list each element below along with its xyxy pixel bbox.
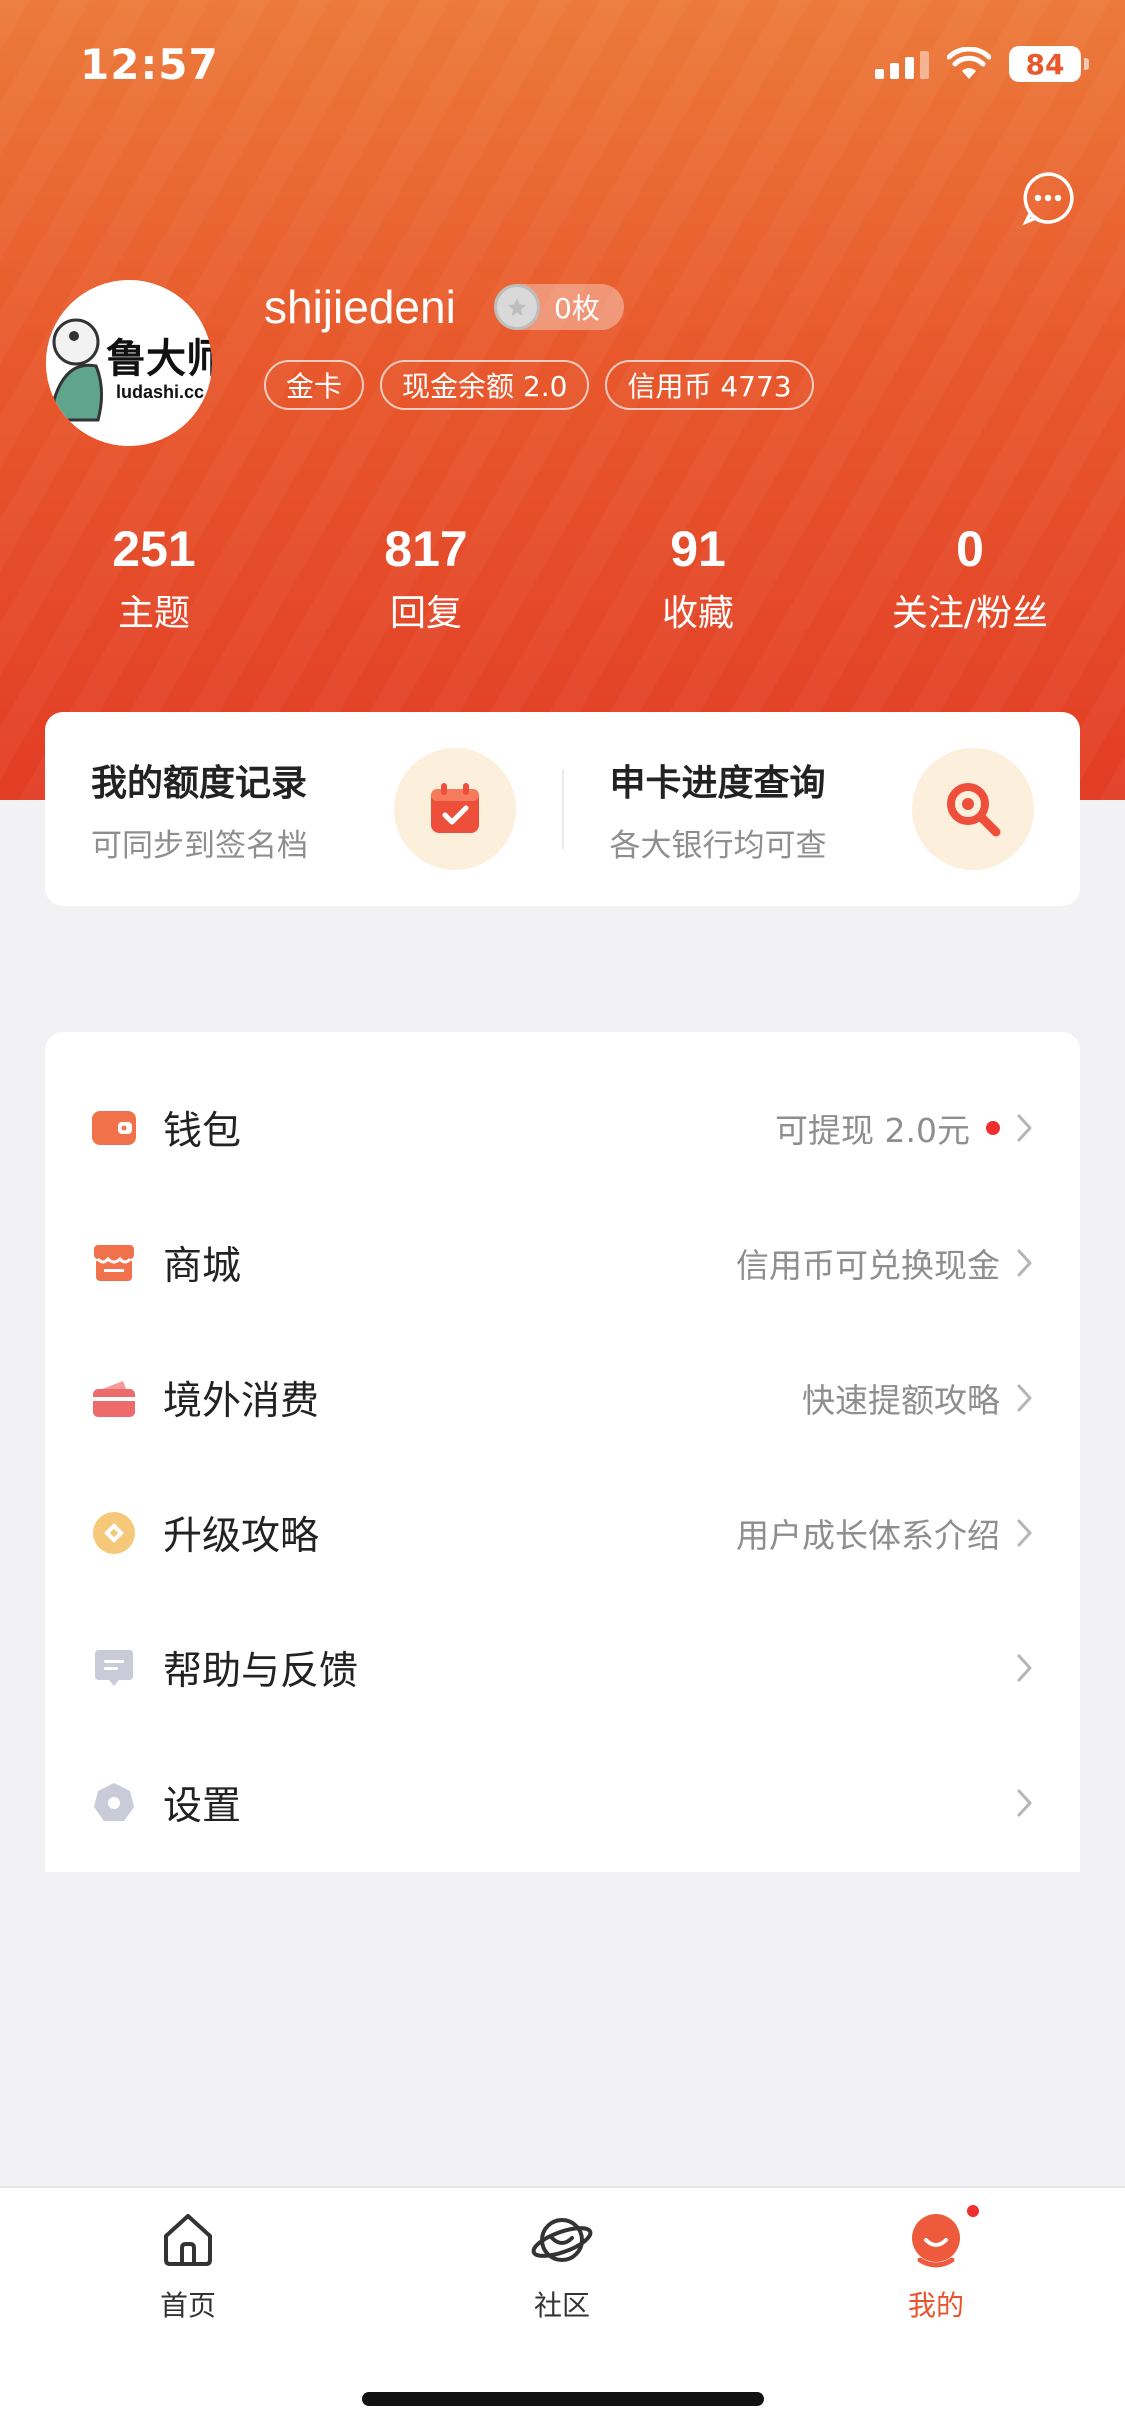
medal-badge[interactable]: 0枚 [494, 284, 624, 330]
menu-desc: 快速提额攻略 [802, 1380, 1000, 1420]
avatar-subtext: ludashi.cc [116, 382, 204, 402]
stat-value: 91 [670, 521, 726, 577]
avatar-text: 鲁大师 [106, 336, 212, 382]
quick-title: 申卡进度查询 [609, 762, 826, 804]
quick-subtitle: 各大银行均可查 [609, 827, 827, 864]
chevron-right-icon [1017, 1789, 1032, 1816]
tab-label: 社区 [533, 2289, 590, 2322]
chevron-right-icon [1017, 1519, 1032, 1546]
menu-label: 钱包 [163, 1108, 242, 1154]
calendar-check-icon [393, 748, 516, 870]
tab-community[interactable]: 社区 [462, 2208, 662, 2324]
chevron-right-icon [1017, 1384, 1032, 1411]
coin-icon [89, 1508, 139, 1558]
stat-label: 收藏 [661, 593, 734, 634]
tab-label: 首页 [159, 2289, 216, 2322]
menu-label: 升级攻略 [163, 1513, 320, 1559]
notification-dot [986, 1120, 1000, 1135]
profile-tags: 金卡 现金余额 2.0 信用币 4773 [264, 360, 814, 410]
chevron-right-icon [1017, 1249, 1032, 1276]
menu-label: 帮助与反馈 [163, 1648, 359, 1694]
menu-item-upgrade-guide[interactable]: 升级攻略 用户成长体系介绍 [45, 1465, 1080, 1600]
status-indicators: 84 [875, 46, 1089, 82]
planet-icon [530, 2208, 594, 2272]
wifi-icon [947, 47, 991, 79]
wallet-icon [89, 1103, 139, 1153]
stat-label: 关注/粉丝 [891, 593, 1049, 634]
menu-desc: 用户成长体系介绍 [736, 1515, 1000, 1555]
stat-topics[interactable]: 251 主题 [18, 520, 290, 636]
feedback-icon [89, 1643, 139, 1693]
chevron-right-icon [1017, 1114, 1032, 1141]
chevron-right-icon [1017, 1654, 1032, 1681]
home-icon [156, 2208, 220, 2272]
menu-item-settings[interactable]: 设置 [45, 1735, 1080, 1870]
notification-dot [964, 2202, 982, 2220]
status-time: 12:57 [80, 40, 219, 89]
profile-page: 12:57 84 鲁大师 ludashi.cc shijiedeni 0枚 金卡… [0, 0, 1125, 2436]
tab-home[interactable]: 首页 [88, 2208, 288, 2324]
stat-follows[interactable]: 0 关注/粉丝 [834, 520, 1106, 636]
menu-desc: 信用币可兑换现金 [736, 1245, 1000, 1285]
tag-cash-balance[interactable]: 现金余额 2.0 [380, 360, 590, 410]
magnifier-icon [912, 748, 1034, 870]
profile-icon [904, 2202, 982, 2272]
stat-replies[interactable]: 817 回复 [290, 520, 562, 636]
username: shijiedeni [264, 281, 456, 333]
profile-stats: 251 主题 817 回复 91 收藏 0 关注/粉丝 [0, 520, 1125, 636]
stat-favorites[interactable]: 91 收藏 [562, 520, 834, 636]
stat-value: 251 [112, 521, 196, 577]
menu-item-wallet[interactable]: 钱包 可提现 2.0元 [45, 1060, 1080, 1195]
menu-label: 设置 [163, 1783, 242, 1829]
message-icon[interactable] [1020, 170, 1076, 226]
medal-count: 0枚 [554, 292, 600, 325]
avatar[interactable]: 鲁大师 ludashi.cc [46, 280, 212, 446]
settings-icon [89, 1778, 139, 1828]
medal-icon [494, 284, 540, 330]
quick-subtitle: 可同步到签名档 [91, 827, 308, 864]
battery-icon: 84 [1009, 46, 1089, 82]
menu-item-store[interactable]: 商城 信用币可兑换现金 [45, 1195, 1080, 1330]
stat-label: 回复 [389, 593, 462, 634]
tab-label: 我的 [907, 2289, 964, 2322]
card-icon [89, 1373, 139, 1423]
signal-icon [875, 49, 929, 79]
stat-label: 主题 [117, 593, 190, 634]
tab-me[interactable]: 我的 [836, 2202, 1036, 2324]
settings-menu: 钱包 可提现 2.0元 商城 信用币可兑换现金 境外消费 快速提额攻略 升级攻略… [45, 1032, 1080, 1872]
menu-label: 商城 [163, 1243, 242, 1289]
menu-item-help-feedback[interactable]: 帮助与反馈 [45, 1600, 1080, 1735]
store-icon [89, 1238, 139, 1288]
quick-limit-records[interactable]: 我的额度记录 可同步到签名档 [45, 748, 562, 870]
menu-item-overseas-spending[interactable]: 境外消费 快速提额攻略 [45, 1330, 1080, 1465]
tag-member-level[interactable]: 金卡 [264, 360, 365, 410]
avatar-image: 鲁大师 ludashi.cc [46, 280, 212, 446]
stat-value: 0 [956, 521, 984, 577]
quick-title: 我的额度记录 [91, 762, 308, 804]
stat-value: 817 [384, 521, 468, 577]
tag-credit-coins[interactable]: 信用币 4773 [605, 360, 814, 410]
menu-desc: 可提现 2.0元 [775, 1110, 970, 1150]
quick-application-progress[interactable]: 申卡进度查询 各大银行均可查 [564, 748, 1081, 870]
home-indicator [362, 2392, 764, 2406]
menu-label: 境外消费 [163, 1378, 320, 1424]
quick-actions-card: 我的额度记录 可同步到签名档 申卡进度查询 各大银行均可查 [45, 712, 1080, 906]
